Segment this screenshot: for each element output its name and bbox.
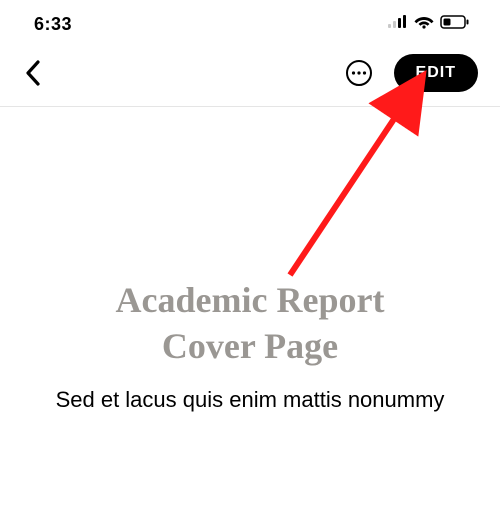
document-preview: Academic Report Cover Page Sed et lacus …	[0, 107, 500, 415]
back-button[interactable]	[18, 58, 48, 88]
status-time: 6:33	[34, 14, 72, 35]
cellular-icon	[388, 15, 408, 34]
status-icons	[388, 15, 470, 34]
edit-button[interactable]: EDIT	[394, 54, 478, 92]
document-title: Academic Report Cover Page	[40, 277, 460, 369]
status-bar: 6:33	[0, 0, 500, 44]
wifi-icon	[414, 15, 434, 34]
document-title-line1: Academic Report	[116, 280, 385, 320]
chevron-left-icon	[25, 60, 41, 86]
battery-icon	[440, 15, 470, 34]
ellipsis-circle-icon	[345, 59, 373, 87]
more-button[interactable]	[344, 58, 374, 88]
document-subtitle: Sed et lacus quis enim mattis nonummy	[40, 385, 460, 415]
nav-bar: EDIT	[0, 44, 500, 107]
document-title-line2: Cover Page	[162, 326, 338, 366]
